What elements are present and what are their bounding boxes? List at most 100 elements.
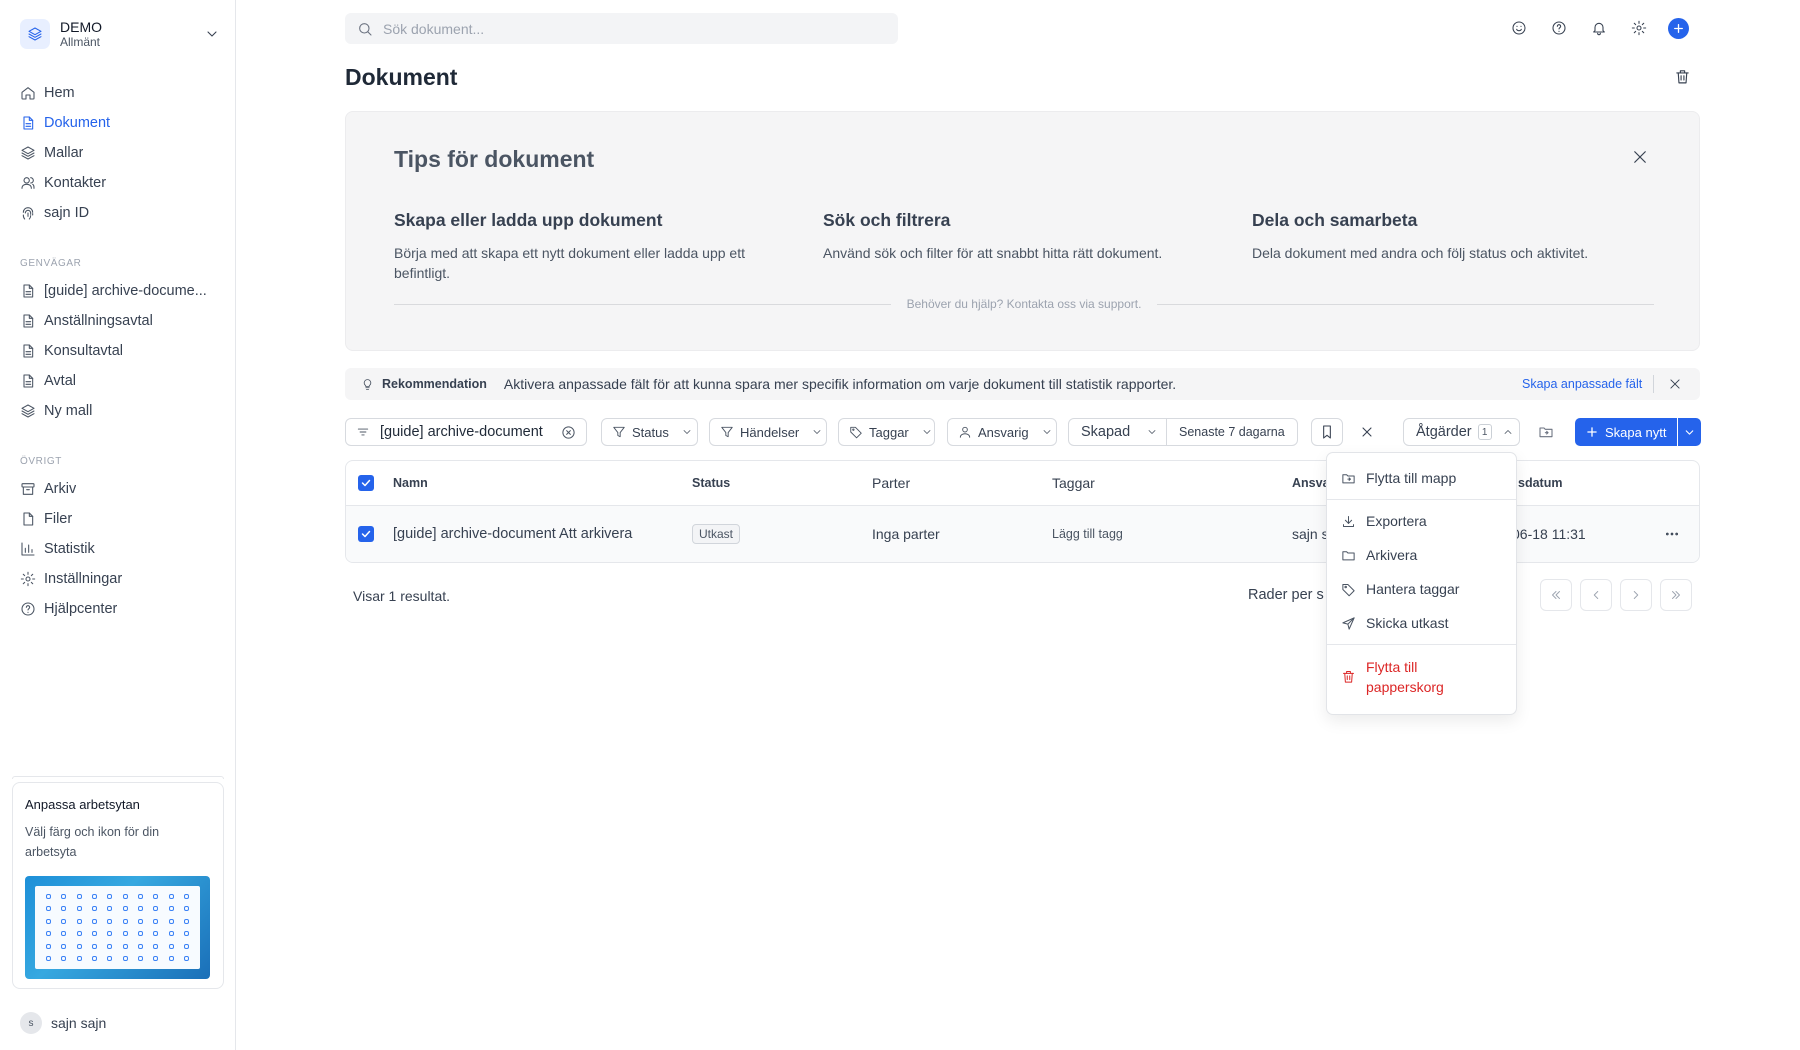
tags-filter[interactable]: Taggar xyxy=(838,418,935,446)
grid-icon-glyph xyxy=(76,956,82,962)
prev-page-button[interactable] xyxy=(1580,579,1612,611)
search-icon xyxy=(357,21,373,37)
nav-item-sajn-id[interactable]: sajn ID xyxy=(12,198,224,228)
nav-item-mallar[interactable]: Mallar xyxy=(12,138,224,168)
select-all-checkbox[interactable] xyxy=(358,461,374,505)
status-filter[interactable]: Status xyxy=(601,418,698,446)
chevron-down-icon xyxy=(204,26,220,42)
chevron-down-icon xyxy=(1035,426,1050,438)
nav-item-arkiv[interactable]: Arkiv xyxy=(12,474,224,504)
tag-icon xyxy=(849,425,863,439)
column-header-tags[interactable]: Taggar xyxy=(1052,461,1095,505)
grid-icon-glyph xyxy=(107,893,113,899)
bookmark-icon[interactable] xyxy=(1311,418,1343,446)
menu-item-export[interactable]: Exportera xyxy=(1327,504,1516,538)
grid-icon-glyph xyxy=(183,918,189,924)
grid-icon-glyph xyxy=(137,931,143,937)
actions-button[interactable]: Åtgärder 1 xyxy=(1403,418,1520,446)
grid-icon-glyph xyxy=(168,943,174,949)
icon-grid-illustration xyxy=(25,876,210,979)
column-header-owner[interactable]: Ansva xyxy=(1292,461,1330,505)
help-icon[interactable] xyxy=(1548,17,1570,39)
page-title: Dokument xyxy=(345,64,458,90)
filter-lines-icon xyxy=(356,425,370,439)
column-header-name[interactable]: Namn xyxy=(393,461,428,505)
nav-item-statistik[interactable]: Statistik xyxy=(12,534,224,564)
nav-item-filer[interactable]: Filer xyxy=(12,504,224,534)
customize-workspace-card[interactable]: Anpassa arbetsytan Välj färg och ikon fö… xyxy=(12,782,224,989)
chevron-down-icon xyxy=(1140,426,1156,438)
column-header-parties[interactable]: Parter xyxy=(872,461,910,505)
archive-icon xyxy=(20,481,44,497)
document-name[interactable]: [guide] archive-document Att arkivera xyxy=(393,506,632,562)
actions-menu: Flytta till mapp Exportera Arkivera Hant… xyxy=(1326,452,1517,715)
menu-item-move-to-folder[interactable]: Flytta till mapp xyxy=(1327,461,1516,495)
create-new-button[interactable]: Skapa nytt xyxy=(1575,418,1677,446)
search-input[interactable] xyxy=(383,20,863,37)
row-checkbox[interactable] xyxy=(358,506,374,562)
workspace-subtitle: Allmänt xyxy=(60,34,101,49)
first-page-button[interactable] xyxy=(1540,579,1572,611)
created-range[interactable]: Senaste 7 dagarna xyxy=(1166,419,1297,445)
download-icon xyxy=(1341,514,1366,529)
grid-icon-glyph xyxy=(92,931,98,937)
plus-icon[interactable] xyxy=(1668,17,1689,39)
owner-filter[interactable]: Ansvarig xyxy=(947,418,1057,446)
workspace-switcher[interactable]: DEMO Allmänt xyxy=(20,16,220,52)
close-icon[interactable] xyxy=(1631,148,1649,166)
nav-item-hjalpcenter[interactable]: Hjälpcenter xyxy=(12,594,224,624)
menu-item-send-draft[interactable]: Skicka utkast xyxy=(1327,606,1516,640)
lightbulb-icon xyxy=(361,378,374,391)
help-text[interactable]: Behöver du hjälp? Kontakta oss via suppo… xyxy=(891,297,1158,311)
menu-item-manage-tags[interactable]: Hantera taggar xyxy=(1327,572,1516,606)
bell-icon[interactable] xyxy=(1588,17,1610,39)
smiley-icon[interactable] xyxy=(1508,17,1530,39)
events-filter[interactable]: Händelser xyxy=(709,418,827,446)
created-filter[interactable]: Skapad Senaste 7 dagarna xyxy=(1068,418,1298,446)
created-select[interactable]: Skapad xyxy=(1069,419,1166,445)
grid-icon-glyph xyxy=(76,918,82,924)
close-icon[interactable] xyxy=(1351,418,1383,446)
divider xyxy=(1157,303,1655,305)
chevron-down-icon[interactable] xyxy=(1678,418,1701,446)
grid-icon-glyph xyxy=(107,956,113,962)
nav-item-dokument[interactable]: Dokument xyxy=(12,108,224,138)
status-cell: Utkast xyxy=(692,506,741,562)
more-horizontal-icon[interactable] xyxy=(1664,506,1680,562)
close-icon[interactable] xyxy=(1668,377,1682,391)
gear-icon[interactable] xyxy=(1628,17,1650,39)
nav-item-hem[interactable]: Hem xyxy=(12,78,224,108)
column-header-status[interactable]: Status xyxy=(692,461,730,505)
search-bar[interactable] xyxy=(345,13,898,44)
filter-search-input[interactable] xyxy=(380,424,548,440)
add-tag-link[interactable]: Lägg till tagg xyxy=(1052,506,1123,562)
next-page-button[interactable] xyxy=(1620,579,1652,611)
user-menu[interactable]: s sajn sajn xyxy=(20,1012,106,1034)
column-header-date[interactable]: sdatum xyxy=(1518,461,1562,505)
shortcut-item[interactable]: Anställningsavtal xyxy=(12,306,224,336)
nav-item-installningar[interactable]: Inställningar xyxy=(12,564,224,594)
tip-card: Sök och filtrera Använd sök och filter f… xyxy=(823,210,1213,263)
sidebar: DEMO Allmänt Hem Dokument Mallar Kontakt… xyxy=(0,0,236,1050)
folder-move-icon[interactable] xyxy=(1530,418,1562,446)
create-custom-fields-link[interactable]: Skapa anpassade fält xyxy=(1522,377,1642,391)
help-circle-icon xyxy=(20,601,44,617)
recommendation-text: Aktivera anpassade fält för att kunna sp… xyxy=(503,376,1177,392)
shortcut-item[interactable]: Ny mall xyxy=(12,396,224,426)
menu-item-move-to-trash[interactable]: Flytta till papperskorg xyxy=(1327,649,1516,701)
shortcut-item[interactable]: Avtal xyxy=(12,366,224,396)
grid-icon-glyph xyxy=(122,918,128,924)
chevrons-right-icon xyxy=(1669,588,1683,602)
filter-search[interactable] xyxy=(345,418,587,446)
shortcut-item[interactable]: [guide] archive-docume... xyxy=(12,276,224,306)
last-page-button[interactable] xyxy=(1660,579,1692,611)
nav-item-label: sajn ID xyxy=(44,205,90,221)
trash-icon[interactable] xyxy=(1674,68,1691,85)
clear-circle-icon[interactable] xyxy=(561,425,576,440)
nav-item-kontakter[interactable]: Kontakter xyxy=(12,168,224,198)
grid-icon-glyph xyxy=(92,956,98,962)
grid-icon-glyph xyxy=(183,931,189,937)
shortcut-item[interactable]: Konsultavtal xyxy=(12,336,224,366)
filter-label: Taggar xyxy=(869,424,909,440)
menu-item-archive[interactable]: Arkivera xyxy=(1327,538,1516,572)
